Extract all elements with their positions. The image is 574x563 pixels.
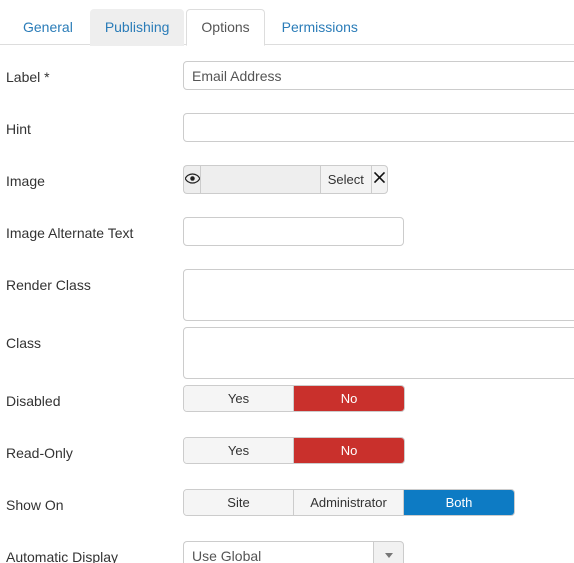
disabled-field-control: Yes No — [183, 385, 574, 412]
readonly-option-yes[interactable]: Yes — [184, 438, 294, 463]
image-alt-input[interactable] — [183, 217, 404, 246]
options-form: Label * Hint Image — [0, 45, 574, 563]
hint-field-label: Hint — [6, 121, 31, 137]
tab-permissions[interactable]: Permissions — [267, 9, 373, 46]
form-row-image: Image Select — [0, 165, 574, 211]
image-field-label: Image — [6, 173, 45, 189]
form-row-render-class: Render Class — [0, 269, 574, 321]
show-on-option-administrator[interactable]: Administrator — [294, 490, 404, 515]
readonly-field-label: Read-Only — [6, 445, 73, 461]
label-field-label: Label * — [6, 69, 50, 85]
automatic-display-field-control: Use Global — [183, 541, 574, 563]
form-row-class: Class — [0, 327, 574, 379]
image-media-group: Select — [183, 165, 388, 194]
render-class-field-label: Render Class — [6, 277, 91, 293]
tab-options[interactable]: Options — [186, 9, 265, 46]
tab-publishing[interactable]: Publishing — [89, 9, 185, 46]
image-preview-button[interactable] — [183, 165, 201, 194]
image-select-button[interactable]: Select — [319, 165, 371, 194]
form-row-automatic-display: Automatic Display Use Global — [0, 541, 574, 563]
show-on-option-site[interactable]: Site — [184, 490, 294, 515]
label-input[interactable] — [183, 61, 574, 90]
image-alt-field-control — [183, 217, 574, 246]
automatic-display-select[interactable]: Use Global — [183, 541, 404, 563]
render-class-textarea[interactable] — [183, 269, 574, 321]
render-class-field-control — [183, 269, 574, 321]
form-row-label: Label * — [0, 61, 574, 107]
image-clear-button[interactable] — [370, 165, 388, 194]
show-on-radio-group: Site Administrator Both — [183, 489, 515, 516]
form-row-readonly: Read-Only Yes No — [0, 437, 574, 483]
class-field-control — [183, 327, 574, 379]
readonly-field-control: Yes No — [183, 437, 574, 464]
chevron-down-icon — [384, 553, 393, 558]
disabled-field-label: Disabled — [6, 393, 61, 409]
image-path-input[interactable] — [200, 165, 320, 194]
class-textarea[interactable] — [183, 327, 574, 379]
show-on-field-label: Show On — [6, 497, 64, 513]
hint-field-control — [183, 113, 574, 142]
readonly-option-no[interactable]: No — [294, 438, 404, 463]
tab-general[interactable]: General — [8, 9, 88, 46]
disabled-radio-group: Yes No — [183, 385, 405, 412]
disabled-option-no[interactable]: No — [294, 386, 404, 411]
eye-icon — [184, 171, 201, 189]
disabled-option-yes[interactable]: Yes — [184, 386, 294, 411]
form-row-disabled: Disabled Yes No — [0, 385, 574, 431]
form-row-show-on: Show On Site Administrator Both — [0, 489, 574, 535]
image-alt-field-label: Image Alternate Text — [6, 225, 134, 241]
readonly-radio-group: Yes No — [183, 437, 405, 464]
image-field-control: Select — [183, 165, 574, 194]
show-on-option-both[interactable]: Both — [404, 490, 514, 515]
class-field-label: Class — [6, 335, 42, 351]
form-row-hint: Hint — [0, 113, 574, 159]
automatic-display-value[interactable]: Use Global — [183, 541, 373, 563]
show-on-field-control: Site Administrator Both — [183, 489, 574, 516]
form-row-image-alt: Image Alternate Text — [0, 217, 574, 263]
automatic-display-field-label: Automatic Display — [6, 549, 119, 563]
label-field-control — [183, 61, 574, 90]
tab-bar: General Publishing Options Permissions — [0, 0, 574, 46]
close-x-icon — [373, 171, 386, 189]
tab-list: General Publishing Options Permissions — [8, 0, 574, 46]
automatic-display-toggle[interactable] — [373, 541, 404, 563]
hint-input[interactable] — [183, 113, 574, 142]
